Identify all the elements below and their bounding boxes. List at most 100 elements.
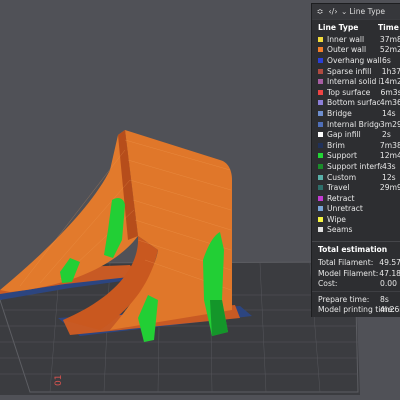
estimation-divider xyxy=(312,291,400,293)
legend-item-time: 7m38 xyxy=(379,140,400,150)
legend-item-time: 43s xyxy=(382,161,396,171)
legend-item[interactable]: Wipe xyxy=(312,214,400,225)
legend-item-label: Bottom surface xyxy=(327,98,380,108)
estimation-label: Total Filament: xyxy=(318,258,374,268)
legend-color-swatch xyxy=(318,216,323,222)
legend-color-swatch xyxy=(318,68,323,74)
legend-color-swatch xyxy=(318,206,323,212)
legend-item[interactable]: Inner wall 37m8 xyxy=(312,34,400,45)
legend-item-time: 14s xyxy=(382,108,396,118)
legend-list: Inner wall 37m8 Outer wall 52m2 Overhang wal… xyxy=(312,34,400,235)
legend-item[interactable]: Bottom surface 4m36 xyxy=(312,98,400,109)
estimation-label: Model Filament: xyxy=(318,268,379,278)
legend-item-label: Seams xyxy=(327,225,353,235)
estimation-label: Prepare time: xyxy=(318,294,370,304)
collapse-chevrons-icon[interactable]: ≎ xyxy=(315,7,325,16)
legend-item[interactable]: Retract xyxy=(312,193,400,204)
estimation-row: Total Filament: 49.57 xyxy=(312,257,400,268)
legend-color-swatch xyxy=(318,79,323,85)
legend-color-swatch xyxy=(318,163,323,169)
estimation-value: 49.57 xyxy=(379,258,400,268)
legend-item-time: 37m8 xyxy=(379,34,400,44)
legend-item-label: Internal Bridge xyxy=(327,119,380,129)
legend-color-swatch xyxy=(318,132,323,138)
legend-color-swatch xyxy=(318,121,323,127)
legend-item-label: Bridge xyxy=(327,108,352,118)
estimation-row: Cost: 0.00 xyxy=(312,278,400,289)
legend-item-time: 12m4 xyxy=(379,151,400,161)
estimation-row: Model Filament: 47.18 xyxy=(312,268,400,279)
legend-item-time: 6m3s xyxy=(380,87,400,97)
legend-color-swatch xyxy=(318,89,323,95)
legend-item-time: 52m2 xyxy=(379,45,400,55)
legend-item[interactable]: Outer wall 52m2 xyxy=(312,45,400,56)
legend-item[interactable]: Unretract xyxy=(312,204,400,215)
estimation-label: Model printing time: xyxy=(318,305,395,315)
legend-item-label: Support interface xyxy=(327,161,382,171)
code-brackets-icon[interactable]: ‹/› xyxy=(328,7,338,16)
column-header-time: Time xyxy=(378,22,399,32)
view-type-value: Line Type xyxy=(349,7,386,16)
legend-item[interactable]: Travel 29m9 xyxy=(312,182,400,193)
legend-item-label: Retract xyxy=(327,193,355,203)
legend-item[interactable]: Overhang wall 6s xyxy=(312,55,400,66)
legend-color-swatch xyxy=(318,195,323,201)
legend-item-label: Outer wall xyxy=(327,45,367,55)
legend-item[interactable]: Support interface43s xyxy=(312,161,400,172)
chevron-down-icon: ⌄ xyxy=(341,7,348,16)
legend-color-swatch xyxy=(318,174,323,180)
legend-item-time: 12s xyxy=(382,172,396,182)
estimation-value: 0.00 xyxy=(380,279,397,289)
legend-item-label: Support xyxy=(327,151,358,161)
legend-color-swatch xyxy=(318,142,323,148)
legend-toolbar: ≎ ‹/› ⌄ Line Type xyxy=(312,4,400,20)
estimation-value: 4h26m xyxy=(380,305,400,315)
legend-item[interactable]: Brim 7m38 xyxy=(312,140,400,151)
estimation-value: 4h26m xyxy=(374,316,400,317)
legend-item-time: 1h37 xyxy=(381,66,400,76)
legend-item[interactable]: Custom 12s xyxy=(312,172,400,183)
legend-item-label: Inner wall xyxy=(327,34,365,44)
legend-item[interactable]: Internal solid infill14m2 xyxy=(312,76,400,87)
legend-item-label: Travel xyxy=(327,183,350,193)
legend-item-label: Wipe xyxy=(327,214,346,224)
legend-item[interactable]: Gap infill 2s xyxy=(312,129,400,140)
estimation-list: Total Filament: 49.57 Model Filament: 47.18… xyxy=(312,257,400,317)
legend-color-swatch xyxy=(318,57,323,63)
estimation-value: 47.18 xyxy=(379,268,400,278)
legend-item-label: Gap infill xyxy=(327,130,361,140)
legend-item-label: Sparse infill xyxy=(327,66,372,76)
legend-item-time: 29m9 xyxy=(379,183,400,193)
legend-color-swatch xyxy=(318,185,323,191)
legend-item[interactable]: Bridge 14s xyxy=(312,108,400,119)
column-header-line-type: Line Type xyxy=(318,22,359,32)
estimation-value: 8s xyxy=(380,294,389,304)
legend-item-time: 14m2 xyxy=(379,77,400,87)
legend-item[interactable]: Top surface 6m3s xyxy=(312,87,400,98)
legend-item-label: Internal solid infill xyxy=(327,77,380,87)
plate-number-label: 01 xyxy=(54,375,64,386)
legend-item[interactable]: Internal Bridge 3m29 xyxy=(312,119,400,130)
legend-item-label: Overhang wall xyxy=(327,55,382,65)
estimation-row: Prepare time: 8s xyxy=(312,294,400,305)
legend-header: Line Type Time xyxy=(312,20,400,34)
legend-color-swatch xyxy=(318,110,323,116)
legend-color-swatch xyxy=(318,100,323,106)
legend-color-swatch xyxy=(318,36,323,42)
legend-item-label: Custom xyxy=(327,172,357,182)
legend-item[interactable]: Seams xyxy=(312,225,400,236)
legend-color-swatch xyxy=(318,153,323,159)
legend-item-label: Unretract xyxy=(327,204,363,214)
estimation-label: Cost: xyxy=(318,279,338,289)
legend-item[interactable]: Sparse infill 1h37 xyxy=(312,66,400,77)
legend-item-time: 4m36 xyxy=(379,98,400,108)
legend-item-time: 3m29 xyxy=(379,119,400,129)
estimation-row: Model printing time:4h26m xyxy=(312,305,400,316)
legend-item-time: 6s xyxy=(382,55,391,65)
legend-item-label: Brim xyxy=(327,140,345,150)
estimation-label: Total time: xyxy=(318,316,374,317)
legend-item[interactable]: Support 12m4 xyxy=(312,151,400,162)
legend-item-label: Top surface xyxy=(327,87,371,97)
view-type-select[interactable]: ⌄ Line Type xyxy=(341,7,385,16)
legend-color-swatch xyxy=(318,227,323,233)
